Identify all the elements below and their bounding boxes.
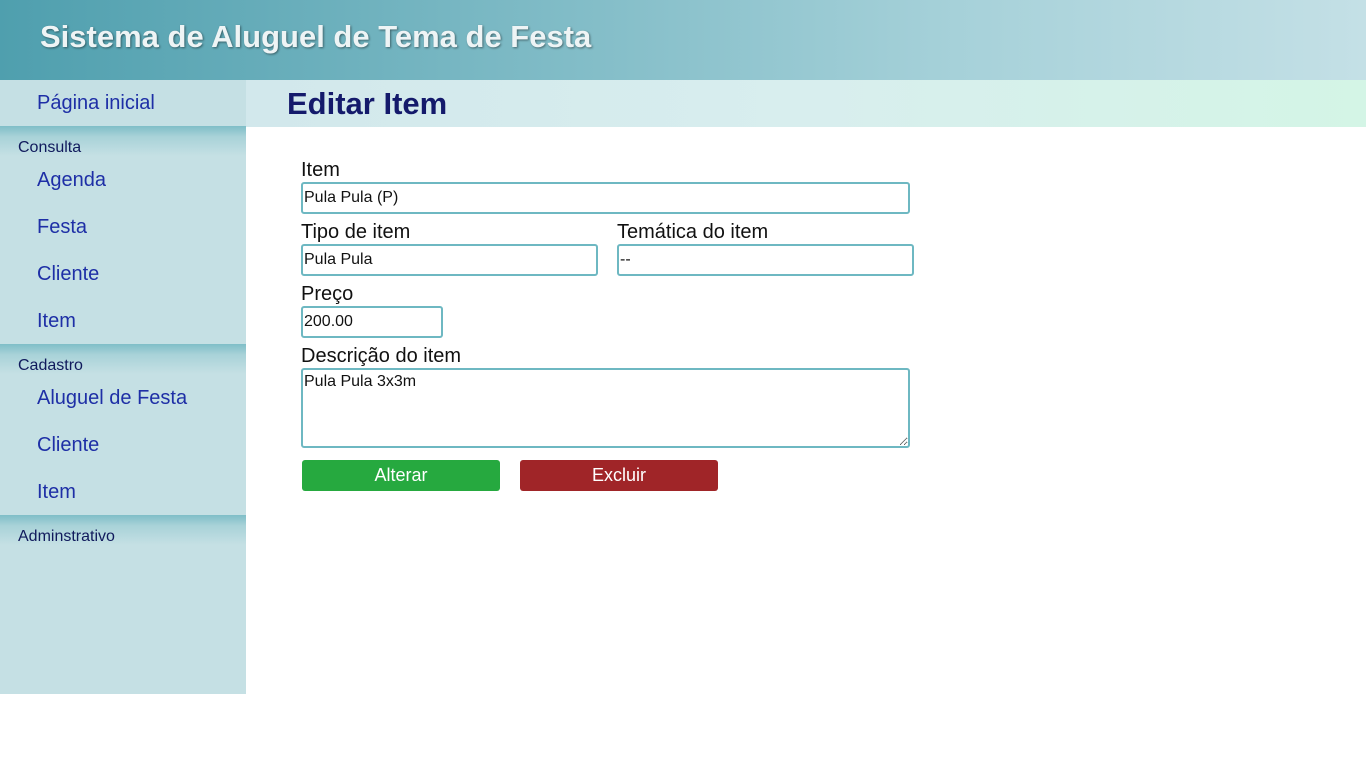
app-header: Sistema de Aluguel de Tema de Festa <box>0 0 1366 80</box>
excluir-button[interactable]: Excluir <box>520 460 718 491</box>
preco-input[interactable] <box>301 306 443 338</box>
tipo-item-input[interactable] <box>301 244 598 276</box>
item-input[interactable] <box>301 182 910 214</box>
item-label: Item <box>301 159 340 181</box>
descricao-item-textarea[interactable]: Pula Pula 3x3m <box>301 368 910 448</box>
app-title: Sistema de Aluguel de Tema de Festa <box>40 19 592 54</box>
page-title-bar: Editar Item <box>246 80 1366 127</box>
section-label-consulta: Consulta <box>18 139 82 156</box>
tematica-item-input[interactable] <box>617 244 914 276</box>
sidebar-item-cadastro-aluguel-de-festa[interactable]: Aluguel de Festa <box>37 387 187 410</box>
sidebar: Página inicial Consulta Agenda Festa Cli… <box>0 80 246 694</box>
sidebar-item-cadastro-cliente[interactable]: Cliente <box>37 434 99 457</box>
sidebar-item-consulta-festa[interactable]: Festa <box>37 216 87 239</box>
section-label-cadastro: Cadastro <box>18 357 83 374</box>
alterar-button[interactable]: Alterar <box>302 460 500 491</box>
sidebar-item-consulta-agenda[interactable]: Agenda <box>37 169 106 192</box>
page-title: Editar Item <box>287 86 448 121</box>
tematica-item-label: Temática do item <box>617 221 769 243</box>
descricao-item-label: Descrição do item <box>301 345 462 367</box>
sidebar-item-pagina-inicial[interactable]: Página inicial <box>37 92 155 115</box>
preco-label: Preço <box>301 283 354 305</box>
section-label-adminstrativo[interactable]: Adminstrativo <box>18 528 115 546</box>
sidebar-item-consulta-item[interactable]: Item <box>37 310 76 333</box>
tipo-item-label: Tipo de item <box>301 221 411 243</box>
sidebar-item-consulta-cliente[interactable]: Cliente <box>37 263 99 286</box>
sidebar-item-cadastro-item[interactable]: Item <box>37 481 76 504</box>
